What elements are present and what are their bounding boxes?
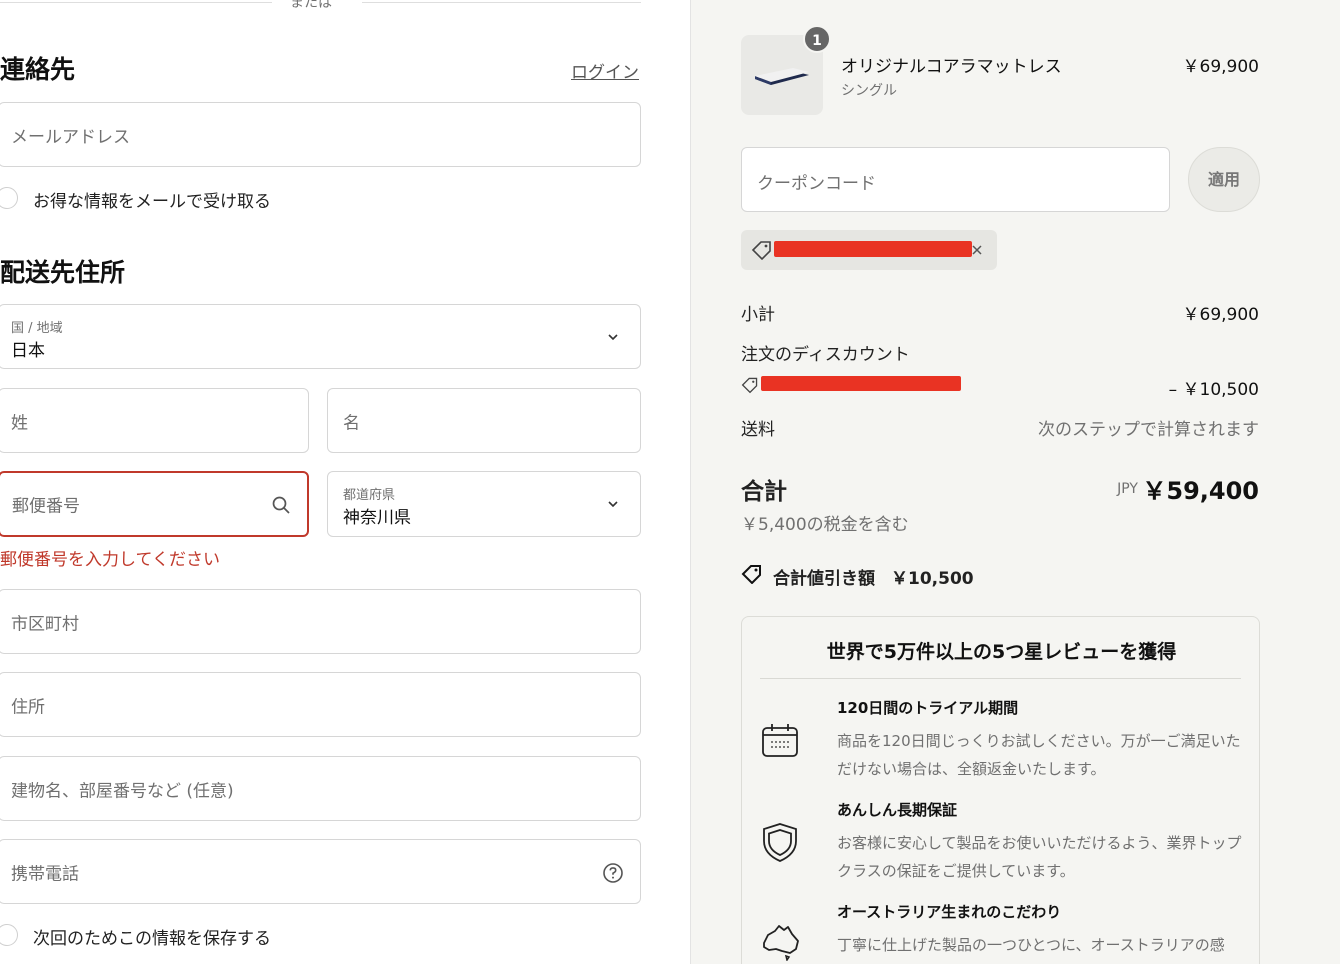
feature-title-warranty: あんしん長期保証: [837, 801, 958, 819]
checkout-form-panel: または 連絡先 ログイン メールアドレス お得な情報をメールで受け取る 配送先住…: [0, 0, 690, 964]
prefecture-select[interactable]: 都道府県 神奈川県: [327, 471, 641, 537]
newsletter-label: お得な情報をメールで受け取る: [33, 192, 271, 212]
applied-coupon-chip: [741, 230, 997, 270]
building-field[interactable]: 建物名、部屋番号など (任意): [0, 756, 641, 821]
savings-tag-icon: [741, 565, 761, 584]
feature-desc-warranty: お客様に安心して製品をお使いいただけるよう、業界トップクラスの保証をご提供してい…: [837, 834, 1242, 880]
total-value: ￥59,400: [1142, 477, 1259, 505]
building-placeholder: 建物名、部屋番号など (任意): [11, 781, 234, 801]
chevron-down-icon: [608, 501, 618, 508]
prefecture-value: 神奈川県: [343, 508, 411, 528]
tag-icon: [751, 241, 771, 260]
prefecture-label: 都道府県: [343, 488, 396, 503]
feature-title-trial: 120日間のトライアル期間: [837, 699, 1019, 717]
phone-placeholder: 携帯電話: [11, 864, 79, 884]
newsletter-checkbox[interactable]: [0, 187, 18, 209]
total-label: 合計: [741, 479, 787, 505]
feature-desc-australia: 丁寧に仕上げた製品の一つひとつに、オーストラリアの感: [837, 936, 1225, 954]
login-link[interactable]: ログイン: [571, 58, 639, 83]
apply-coupon-button[interactable]: 適用: [1188, 147, 1260, 212]
save-info-checkbox[interactable]: [0, 924, 18, 946]
phone-field[interactable]: 携帯電話: [0, 839, 641, 904]
contact-heading: 連絡先: [0, 55, 76, 84]
reviews-divider: [760, 678, 1241, 679]
country-select[interactable]: 国 / 地域 日本: [0, 304, 641, 369]
feature-desc-trial: 商品を120日間じっくりお試しください。万が一ご満足いただけない場合は、全額返金…: [837, 732, 1241, 778]
help-icon[interactable]: [602, 862, 624, 884]
tag-icon: [741, 377, 758, 394]
city-placeholder: 市区町村: [11, 614, 79, 634]
reviews-card: 世界で5万件以上の5つ星レビューを獲得 120日間のトライアル期間 商品を120…: [741, 616, 1260, 964]
coupon-placeholder: クーポンコード: [757, 174, 876, 194]
total-currency: JPY: [1117, 481, 1138, 497]
coupon-code-field[interactable]: クーポンコード: [741, 147, 1170, 212]
shield-icon: [763, 823, 797, 862]
product-price: ￥69,900: [1182, 57, 1259, 77]
tax-note: ￥5,400の税金を含む: [741, 515, 909, 535]
city-field[interactable]: 市区町村: [0, 589, 641, 654]
postal-code-placeholder: 郵便番号: [12, 496, 80, 517]
first-name-placeholder: 名: [343, 413, 360, 433]
last-name-placeholder: 姓: [11, 413, 28, 433]
order-summary-panel: 1 オリジナルコアラマットレス シングル ￥69,900 クーポンコード 適用 …: [690, 0, 1340, 964]
quantity-badge: 1: [803, 25, 831, 53]
divider-line-left: [0, 2, 272, 3]
discount-value: – ￥10,500: [1168, 380, 1259, 400]
divider-line-right: [362, 2, 641, 3]
save-info-label: 次回のためこの情報を保存する: [33, 929, 271, 949]
search-icon[interactable]: [271, 495, 291, 515]
feature-title-australia: オーストラリア生まれのこだわり: [837, 903, 1062, 921]
chevron-down-icon: [608, 333, 618, 340]
redacted-discount-code: [761, 376, 961, 391]
address-field[interactable]: 住所: [0, 672, 641, 737]
country-label: 国 / 地域: [11, 321, 63, 336]
product-name: オリジナルコアラマットレス: [841, 57, 1062, 77]
remove-coupon-icon[interactable]: [970, 243, 984, 257]
first-name-field[interactable]: 名: [327, 388, 641, 453]
savings-label: 合計値引き額: [773, 569, 875, 589]
subtotal-label: 小計: [741, 305, 775, 325]
email-placeholder: メールアドレス: [11, 127, 130, 147]
postal-code-error: 郵便番号を入力してください: [0, 550, 220, 570]
savings-value: ￥10,500: [891, 569, 974, 589]
address-placeholder: 住所: [11, 697, 45, 717]
last-name-field[interactable]: 姓: [0, 388, 309, 453]
australia-icon: [763, 925, 799, 961]
shipping-heading: 配送先住所: [0, 258, 126, 287]
mattress-image: [755, 68, 809, 85]
redacted-coupon-code: [774, 241, 972, 257]
divider-text: または: [290, 0, 332, 11]
subtotal-value: ￥69,900: [1182, 305, 1259, 325]
reviews-title: 世界で5万件以上の5つ星レビューを獲得: [826, 641, 1177, 663]
product-variant: シングル: [841, 83, 897, 99]
or-divider: または: [0, 0, 641, 12]
postal-code-field[interactable]: 郵便番号: [0, 471, 309, 537]
email-field[interactable]: メールアドレス: [0, 102, 641, 167]
shipping-label: 送料: [741, 420, 775, 440]
country-value: 日本: [11, 341, 45, 361]
calendar-icon: [762, 724, 798, 757]
discount-label: 注文のディスカウント: [741, 345, 910, 365]
shipping-value: 次のステップで計算されます: [1038, 420, 1259, 440]
